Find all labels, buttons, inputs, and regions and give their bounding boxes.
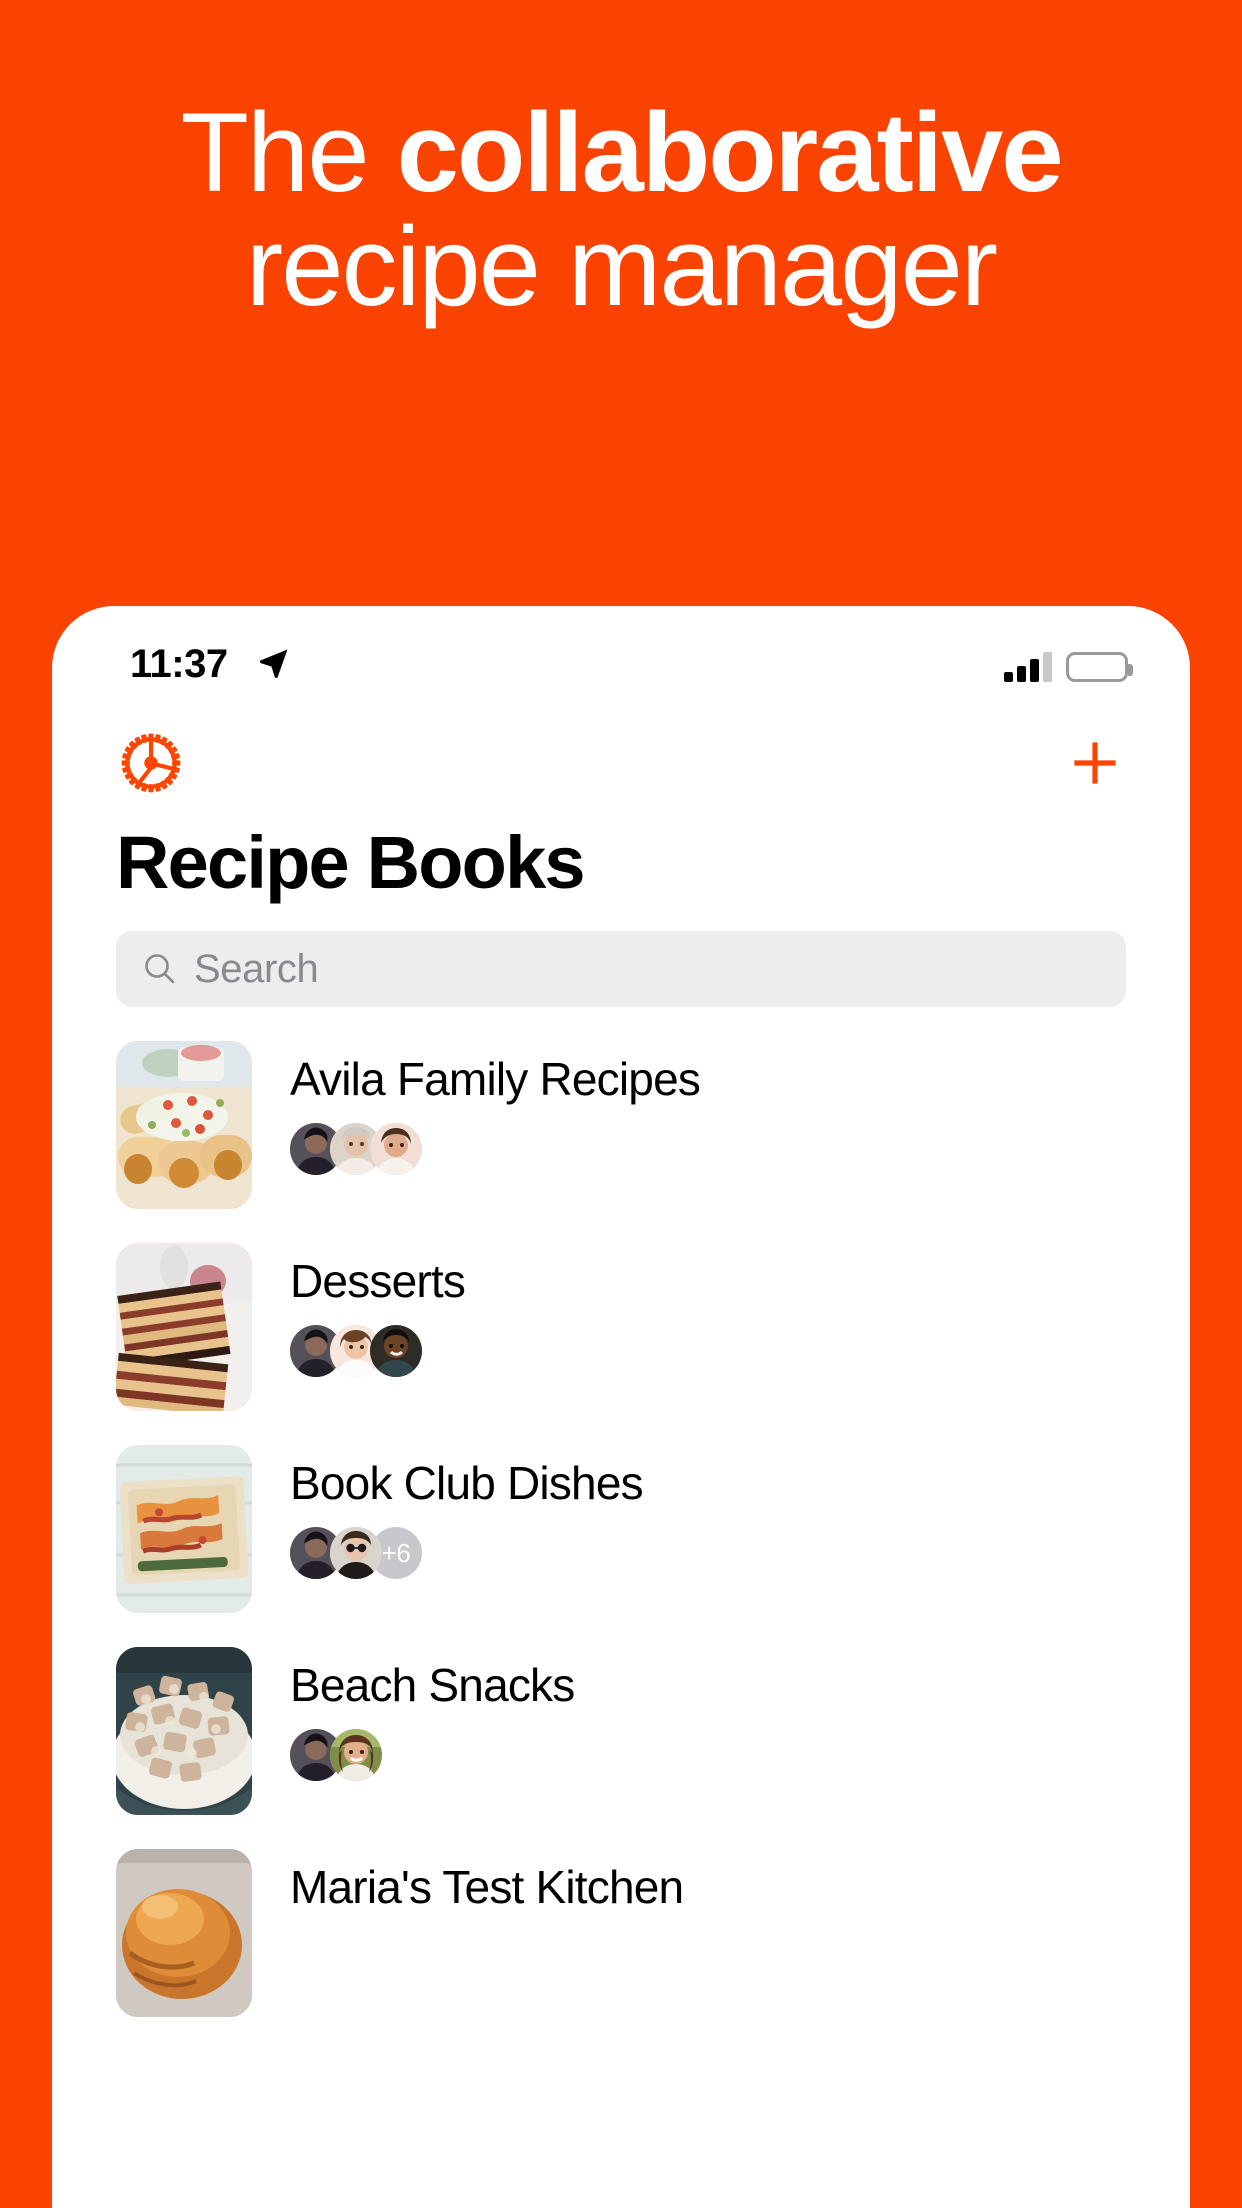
list-item[interactable]: Book Club Dishes +6	[52, 1445, 1190, 1613]
list-item-body: Avila Family Recipes	[290, 1041, 701, 1176]
avatar	[330, 1729, 382, 1782]
recipe-book-list: Avila Family Recipes Desserts Book Club …	[52, 1041, 1190, 2017]
location-arrow-icon	[257, 646, 291, 680]
recipe-book-thumbnail	[116, 1445, 252, 1613]
promo-screenshot: The collaborative recipe manager 11:37 R…	[0, 0, 1242, 2208]
puppy-chow-photo	[116, 1647, 252, 1815]
headline-line-1: The collaborative	[0, 95, 1242, 210]
collaborator-avatars[interactable]	[290, 1325, 465, 1378]
recipe-book-thumbnail	[116, 1243, 252, 1411]
recipe-book-title: Book Club Dishes	[290, 1457, 644, 1509]
recipe-book-thumbnail	[116, 1041, 252, 1209]
list-item-body: Beach Snacks	[290, 1647, 575, 1782]
list-item-body: Book Club Dishes +6	[290, 1445, 644, 1580]
list-item[interactable]: Maria's Test Kitchen	[52, 1849, 1190, 2017]
page-title: Recipe Books	[116, 821, 586, 904]
collaborator-avatars[interactable]	[290, 1123, 700, 1176]
list-item-body: Desserts	[290, 1243, 466, 1378]
list-item-body: Maria's Test Kitchen	[290, 1849, 684, 1913]
headline-the: The	[180, 90, 397, 215]
recipe-book-title: Desserts	[290, 1255, 466, 1307]
avatar	[370, 1123, 422, 1176]
phone-mockup: 11:37 Recipe Books Search Avila Family R…	[52, 606, 1190, 2208]
plus-icon[interactable]	[1062, 730, 1128, 796]
status-bar: 11:37	[52, 606, 1190, 716]
avatar	[370, 1325, 422, 1378]
marketing-headline: The collaborative recipe manager	[0, 95, 1242, 330]
battery-full-icon	[1066, 652, 1133, 682]
avatar	[330, 1527, 382, 1580]
recipe-book-title: Maria's Test Kitchen	[290, 1861, 684, 1913]
recipe-book-thumbnail	[116, 1849, 252, 2017]
recipe-book-title: Beach Snacks	[290, 1659, 575, 1711]
headline-line-2: recipe manager	[245, 204, 998, 330]
search-field[interactable]: Search	[116, 931, 1126, 1007]
list-item[interactable]: Beach Snacks	[52, 1647, 1190, 1815]
search-icon	[142, 951, 178, 987]
list-item[interactable]: Desserts	[52, 1243, 1190, 1411]
status-indicators	[1004, 646, 1133, 682]
app-nav-bar	[52, 716, 1190, 812]
status-time: 11:37	[130, 642, 228, 686]
gear-icon[interactable]	[118, 730, 184, 796]
layer-cake-photo	[116, 1243, 252, 1411]
collaborator-avatars[interactable]	[290, 1729, 574, 1782]
list-item[interactable]: Avila Family Recipes	[52, 1041, 1190, 1209]
taquitos-photo	[116, 1041, 252, 1209]
collaborator-avatars[interactable]: +6	[290, 1527, 643, 1580]
recipe-book-thumbnail	[116, 1647, 252, 1815]
search-placeholder: Search	[194, 946, 319, 991]
bacon-flatbread-photo	[116, 1445, 252, 1613]
cellular-bars-icon	[1004, 652, 1052, 682]
recipe-book-title: Avila Family Recipes	[290, 1053, 701, 1105]
challah-bread-photo	[116, 1849, 252, 2017]
headline-collaborative: collaborative	[396, 90, 1064, 215]
